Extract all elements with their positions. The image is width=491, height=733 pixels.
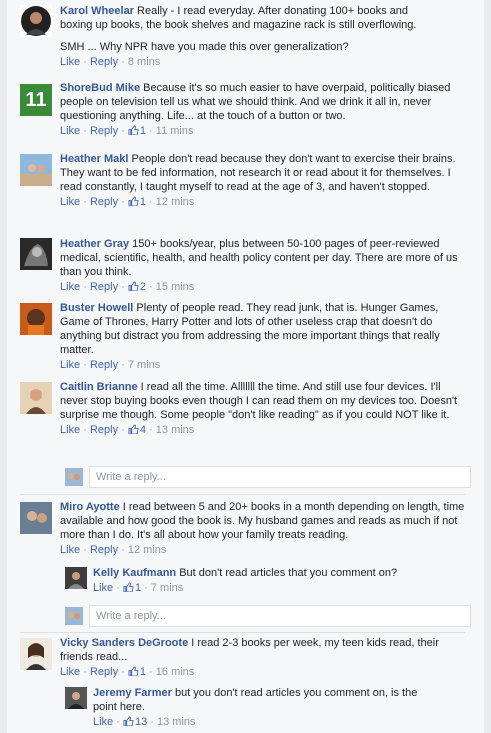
reply-link[interactable]: Reply xyxy=(90,281,118,293)
avatar[interactable] xyxy=(20,638,52,670)
like-count[interactable]: 13 xyxy=(123,716,147,728)
author-name[interactable]: Heather Makl xyxy=(60,153,128,165)
avatar[interactable] xyxy=(20,5,52,37)
avatar[interactable] xyxy=(20,502,52,534)
author-name[interactable]: Heather Gray xyxy=(60,238,129,250)
comment-body: Miro Ayotte I read between 5 and 20+ boo… xyxy=(60,500,477,557)
reply-composer: Write a reply... xyxy=(65,466,471,488)
comment-actions: Like · Reply · 1 · 11 mins xyxy=(60,125,194,137)
author-name[interactable]: ShoreBud Mike xyxy=(60,82,140,94)
reply-link[interactable]: Reply xyxy=(90,424,118,436)
reply-input[interactable]: Write a reply... xyxy=(89,605,471,627)
like-link[interactable]: Like xyxy=(60,56,80,68)
comment-body: ShoreBud Mike Because it's so much easie… xyxy=(60,81,477,138)
avatar[interactable] xyxy=(20,303,52,335)
like-link[interactable]: Like xyxy=(60,666,80,678)
author-name[interactable]: Vicky Sanders DeGroote xyxy=(60,637,188,649)
avatar[interactable] xyxy=(20,154,52,186)
thumbs-up-icon xyxy=(128,666,139,676)
timestamp[interactable]: 8 mins xyxy=(128,56,160,68)
reply-composer: Write a reply... xyxy=(65,605,471,627)
timestamp[interactable]: 11 mins xyxy=(156,125,194,137)
comment-body: Caitlin Brianne I read all the time. All… xyxy=(60,380,477,437)
timestamp[interactable]: 13 mins xyxy=(157,716,196,728)
comment-actions: Like · Reply · 4 · 13 mins xyxy=(60,424,195,436)
like-link[interactable]: Like xyxy=(60,196,80,208)
comment-actions: Like · 1 · 7 mins xyxy=(93,582,184,594)
comment-actions: Like · 13 · 13 mins xyxy=(93,716,196,728)
thumbs-up-icon xyxy=(128,196,139,206)
avatar[interactable]: 11 xyxy=(20,84,52,116)
comment-text: I read between 5 and 20+ books in a mont… xyxy=(60,501,465,541)
author-name[interactable]: Caitlin Brianne xyxy=(60,381,138,393)
like-link[interactable]: Like xyxy=(60,281,80,293)
reply-link[interactable]: Reply xyxy=(90,666,118,678)
timestamp[interactable]: 7 mins xyxy=(151,582,183,594)
reply-link[interactable]: Reply xyxy=(90,544,118,556)
author-name[interactable]: Buster Howell xyxy=(60,302,133,314)
reply-link[interactable]: Reply xyxy=(90,359,118,371)
like-count[interactable]: 2 xyxy=(128,281,146,293)
timestamp[interactable]: 16 mins xyxy=(156,666,195,678)
comment-body: Vicky Sanders DeGroote I read 2-3 books … xyxy=(60,636,477,679)
comment-actions: Like · Reply · 12 mins xyxy=(60,544,167,556)
like-link[interactable]: Like xyxy=(60,125,80,137)
thumbs-up-icon xyxy=(128,424,139,434)
avatar[interactable] xyxy=(20,238,52,270)
timestamp[interactable]: 12 mins xyxy=(128,544,167,556)
thumbs-up-icon xyxy=(123,582,134,592)
comment-actions: Like · Reply · 1 · 12 mins xyxy=(60,196,195,208)
like-count[interactable]: 1 xyxy=(128,125,146,137)
timestamp[interactable]: 13 mins xyxy=(156,424,195,436)
author-name[interactable]: Kelly Kaufmann xyxy=(93,567,176,579)
avatar xyxy=(65,607,83,625)
like-link[interactable]: Like xyxy=(93,582,113,594)
reply-link[interactable]: Reply xyxy=(90,125,118,137)
avatar[interactable] xyxy=(20,382,52,414)
like-link[interactable]: Like xyxy=(60,359,80,371)
reply-link[interactable]: Reply xyxy=(90,196,118,208)
avatar[interactable] xyxy=(65,687,87,709)
comment-text: But don't read articles that you comment… xyxy=(176,567,398,579)
like-link[interactable]: Like xyxy=(60,544,80,556)
comment-text: SMH ... Why NPR have you made this over … xyxy=(60,41,349,53)
avatar xyxy=(65,468,83,486)
reply-link[interactable]: Reply xyxy=(90,56,118,68)
like-link[interactable]: Like xyxy=(60,424,80,436)
author-name[interactable]: Karol Wheelar xyxy=(60,5,134,17)
thumbs-up-icon xyxy=(123,716,134,726)
timestamp[interactable]: 12 mins xyxy=(156,196,195,208)
comment-body: Karol Wheelar Really - I read everyday. … xyxy=(60,4,477,69)
comment-actions: Like · Reply · 7 mins xyxy=(60,359,161,371)
divider xyxy=(20,494,465,495)
like-count[interactable]: 4 xyxy=(128,424,146,436)
like-count[interactable]: 1 xyxy=(123,582,141,594)
comment-actions: Like · Reply · 8 mins xyxy=(60,56,161,68)
timestamp[interactable]: 15 mins xyxy=(156,281,195,293)
avatar-label: 11 xyxy=(25,89,47,111)
comment-actions: Like · Reply · 2 · 15 mins xyxy=(60,281,195,293)
comment-body: Heather Makl People don't read because t… xyxy=(60,152,477,209)
comment-body: Buster Howell Plenty of people read. The… xyxy=(60,301,477,372)
timestamp[interactable]: 7 mins xyxy=(128,359,160,371)
comment-actions: Like · Reply · 1 · 16 mins xyxy=(60,666,195,678)
comment-body: Jeremy Farmer but you don't read article… xyxy=(93,686,477,729)
avatar[interactable] xyxy=(65,567,87,589)
like-count[interactable]: 1 xyxy=(128,196,146,208)
thumbs-up-icon xyxy=(128,125,139,135)
author-name[interactable]: Miro Ayotte xyxy=(60,501,120,513)
like-link[interactable]: Like xyxy=(93,716,113,728)
comment-body: Heather Gray 150+ books/year, plus betwe… xyxy=(60,237,477,294)
author-name[interactable]: Jeremy Farmer xyxy=(93,687,172,699)
like-count[interactable]: 1 xyxy=(128,666,146,678)
reply-input[interactable]: Write a reply... xyxy=(89,466,471,488)
comment-body: Kelly Kaufmann But don't read articles t… xyxy=(93,566,477,595)
thumbs-up-icon xyxy=(128,281,139,291)
comment-feed: Karol Wheelar Really - I read everyday. … xyxy=(7,0,484,733)
divider xyxy=(20,632,465,633)
